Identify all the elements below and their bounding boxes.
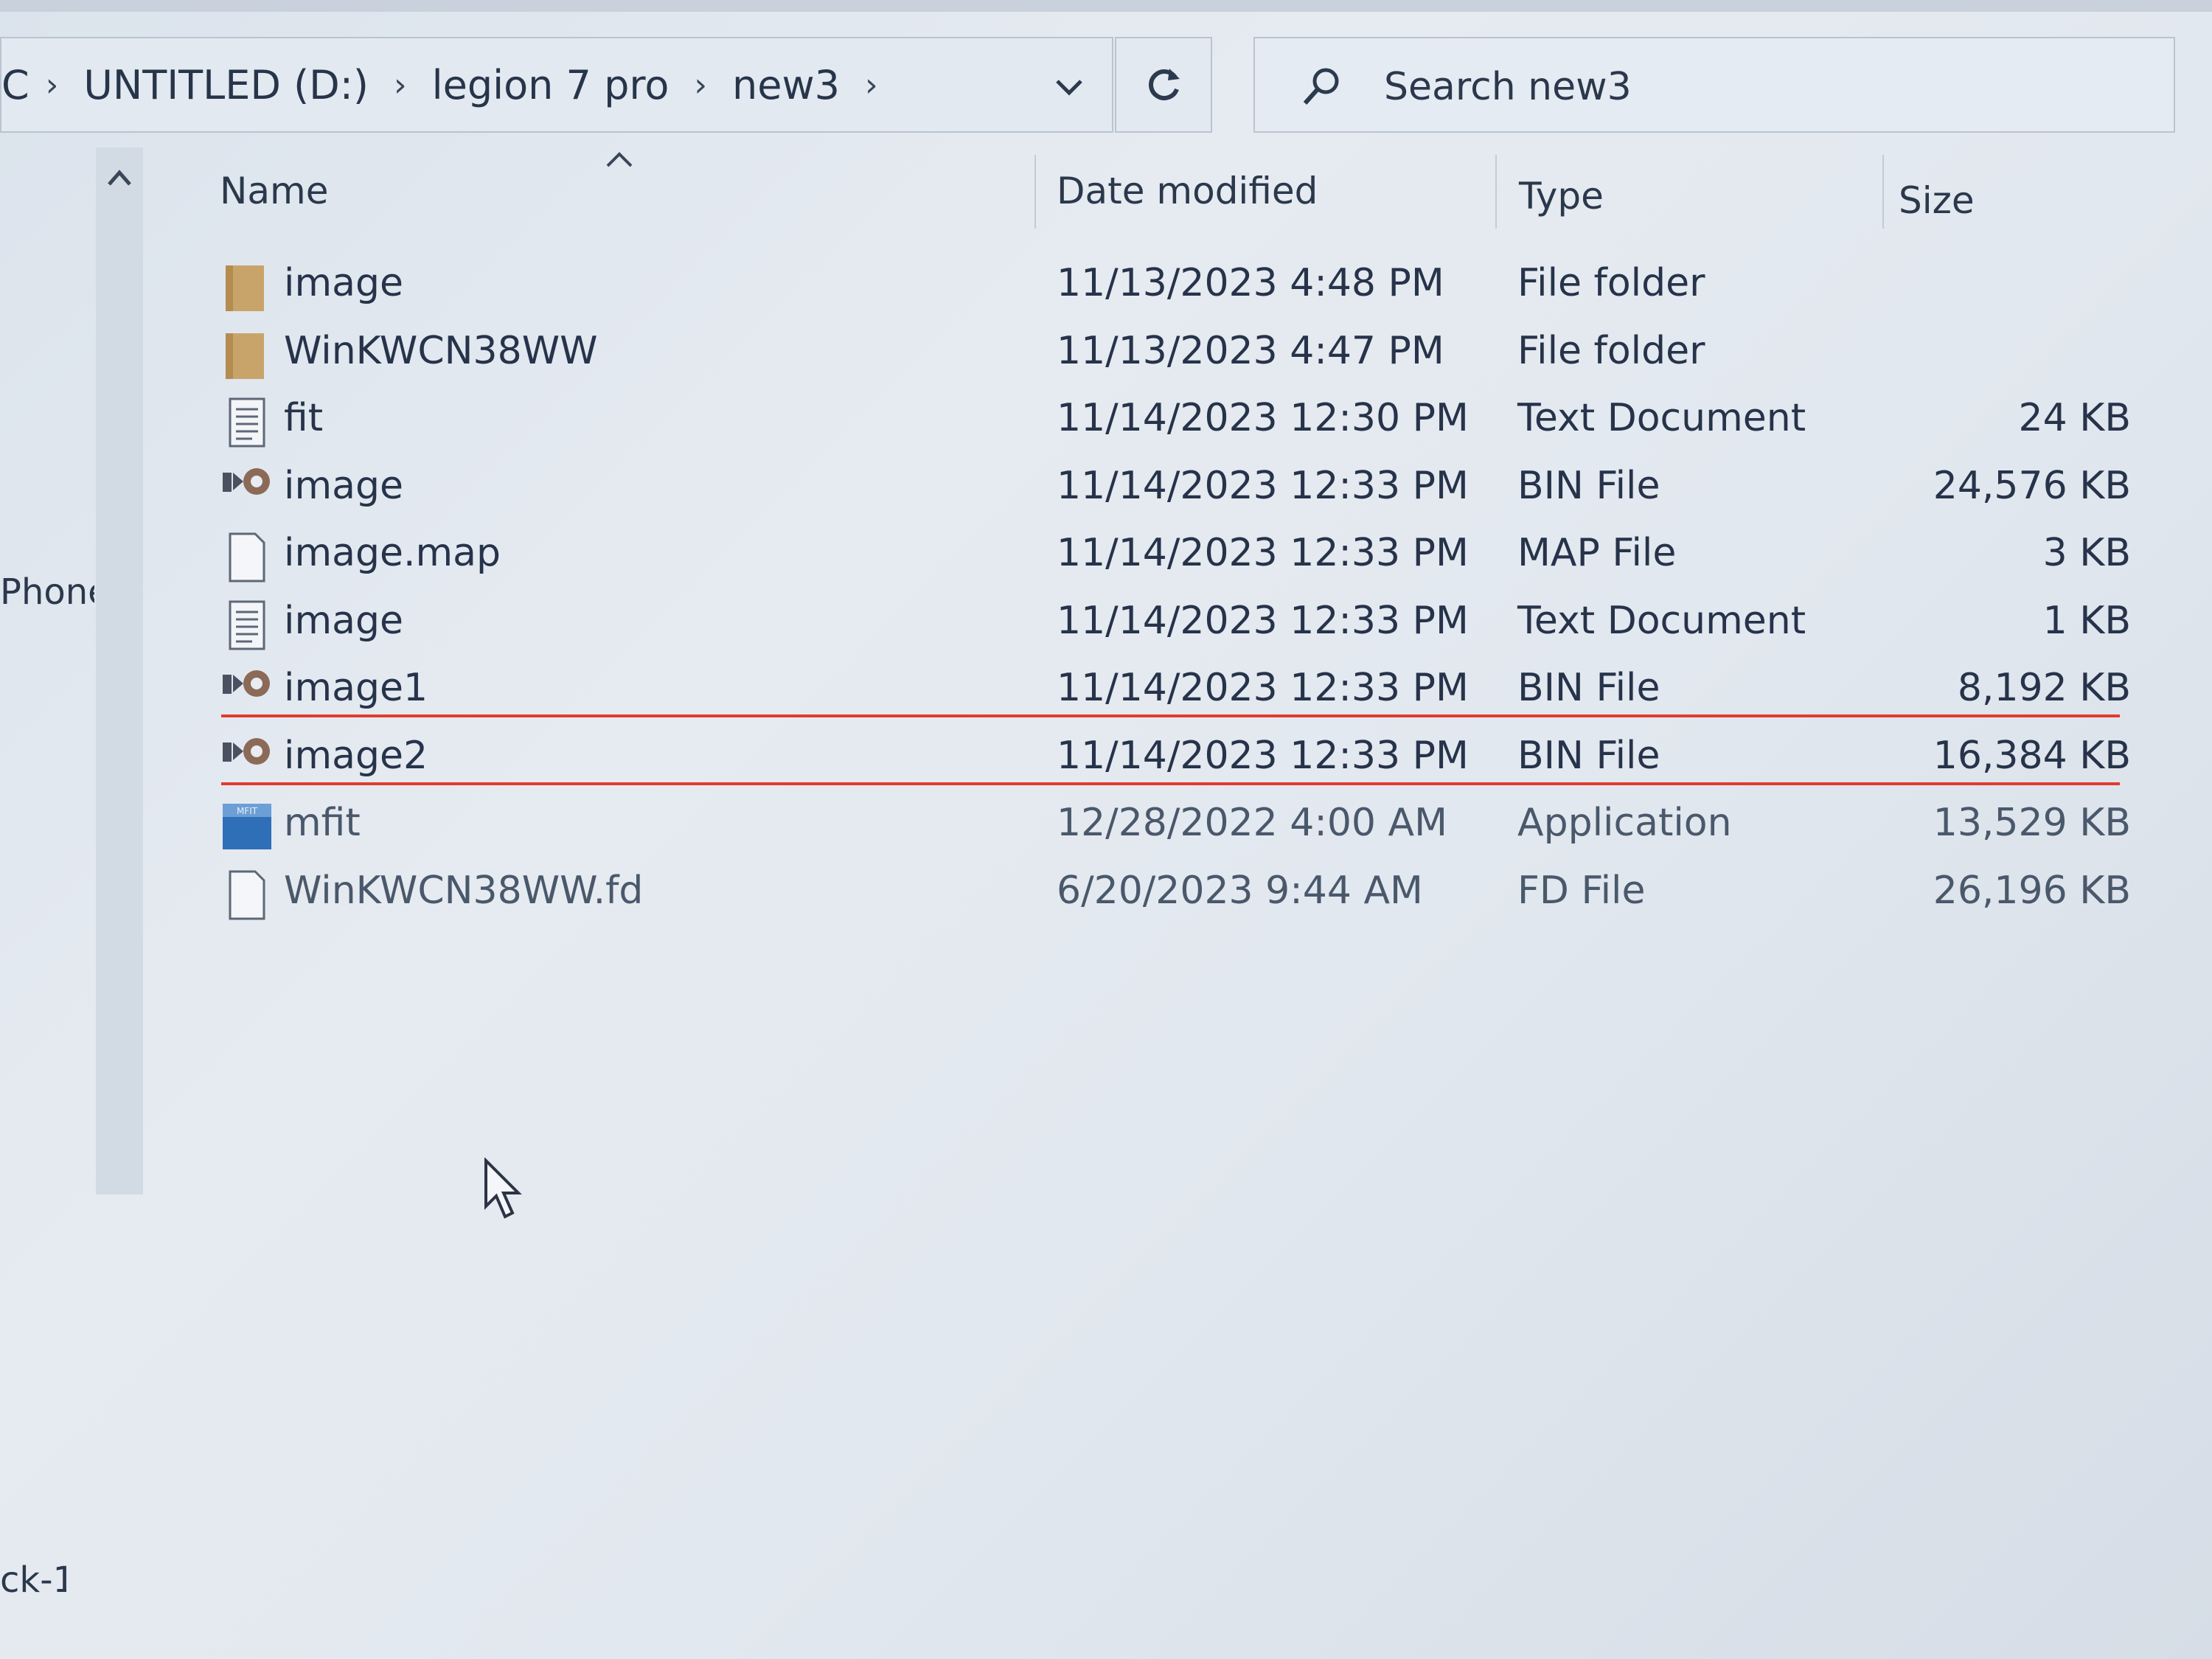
file-type: MAP File <box>1517 531 1677 575</box>
file-size: 24 KB <box>2018 396 2131 440</box>
file-row[interactable]: WinKWCN38WW.fd 6/20/2023 9:44 AM FD File 26… <box>214 858 2131 925</box>
file-name: image.map <box>284 531 501 575</box>
column-header-name[interactable]: Name <box>170 151 1032 232</box>
file-size: 3 KB <box>2042 531 2131 575</box>
red-underline-annotation <box>221 714 2120 717</box>
file-date-modified: 11/14/2023 12:33 PM <box>1057 531 1469 575</box>
column-header-size[interactable]: Size <box>1884 151 2135 232</box>
generic-file-icon <box>221 532 273 584</box>
column-label: Name <box>220 170 329 212</box>
search-box[interactable]: Search new3 <box>1253 37 2175 133</box>
file-name: image <box>284 261 403 305</box>
svg-text:MFIT: MFIT <box>237 806 258 816</box>
breadcrumb-item[interactable]: C <box>1 62 29 108</box>
nav-item[interactable]: ck-1 <box>0 1559 66 1601</box>
file-type: BIN File <box>1517 734 1660 778</box>
search-input[interactable]: Search new3 <box>1384 65 1632 109</box>
column-header-type[interactable]: Type <box>1497 151 1880 232</box>
file-size: 26,196 KB <box>1933 869 2131 913</box>
file-row[interactable]: MFIT mfit 12/28/2022 4:00 AM Application 13,… <box>214 790 2131 857</box>
red-underline-annotation <box>221 782 2120 785</box>
application-icon: MFIT <box>221 802 273 854</box>
navigation-pane[interactable]: Phone ck-1 <box>0 147 147 1659</box>
file-name: fit <box>284 396 324 440</box>
file-size: 8,192 KB <box>1957 666 2131 710</box>
nav-scrollbar[interactable] <box>96 147 143 1194</box>
search-icon <box>1303 68 1339 105</box>
file-date-modified: 11/14/2023 12:33 PM <box>1057 464 1469 508</box>
file-type: Text Document <box>1517 599 1806 643</box>
file-row[interactable]: image.map 11/14/2023 12:33 PM MAP File 3 KB <box>214 521 2131 587</box>
file-date-modified: 11/14/2023 12:33 PM <box>1057 599 1469 643</box>
file-row[interactable]: image 11/13/2023 4:48 PM File folder <box>214 251 2131 317</box>
chevron-down-icon[interactable] <box>1047 65 1091 109</box>
file-name: image1 <box>284 666 428 710</box>
sort-ascending-icon <box>606 152 633 167</box>
file-row[interactable]: fit 11/14/2023 12:30 PM Text Document 24 KB <box>214 386 2131 452</box>
file-row[interactable]: image2 11/14/2023 12:33 PM BIN File 16,384 … <box>214 723 2131 790</box>
file-name: image2 <box>284 734 428 778</box>
column-label: Date modified <box>1057 170 1318 212</box>
chevron-right-icon[interactable]: › <box>394 66 407 104</box>
file-type: FD File <box>1517 869 1646 913</box>
file-name: mfit <box>284 801 361 845</box>
file-size: 16,384 KB <box>1933 734 2131 778</box>
mouse-cursor-icon <box>484 1158 522 1219</box>
file-name: image <box>284 599 403 643</box>
breadcrumb-item[interactable]: legion 7 pro <box>432 62 669 108</box>
file-type: File folder <box>1517 329 1705 373</box>
file-row[interactable]: image 11/14/2023 12:33 PM BIN File 24,576 K… <box>214 453 2131 520</box>
file-type: BIN File <box>1517 666 1660 710</box>
file-date-modified: 11/14/2023 12:33 PM <box>1057 666 1469 710</box>
file-date-modified: 11/13/2023 4:48 PM <box>1057 261 1444 305</box>
refresh-icon <box>1149 69 1180 100</box>
bin-file-icon <box>221 735 273 787</box>
bin-file-icon <box>221 465 273 517</box>
generic-file-icon <box>221 870 273 922</box>
file-name: WinKWCN38WW.fd <box>284 869 644 913</box>
text-document-icon <box>221 600 273 652</box>
file-type: File folder <box>1517 261 1705 305</box>
column-header-date[interactable]: Date modified <box>1036 151 1493 232</box>
file-name: image <box>284 464 403 508</box>
column-label: Type <box>1519 175 1604 218</box>
file-name: WinKWCN38WW <box>284 329 598 373</box>
nav-item-phone[interactable]: Phone <box>0 571 94 613</box>
file-date-modified: 12/28/2022 4:00 AM <box>1057 801 1447 845</box>
file-date-modified: 11/13/2023 4:47 PM <box>1057 329 1444 373</box>
file-date-modified: 11/14/2023 12:30 PM <box>1057 396 1469 440</box>
chevron-right-icon[interactable]: › <box>694 66 707 104</box>
breadcrumb-item[interactable]: UNTITLED (D:) <box>83 62 369 108</box>
folder-icon <box>221 262 273 314</box>
chevron-right-icon[interactable]: › <box>46 66 59 104</box>
folder-icon <box>221 330 273 382</box>
file-type: Application <box>1517 801 1732 845</box>
breadcrumb-item[interactable]: new3 <box>732 62 840 108</box>
bin-file-icon <box>221 667 273 719</box>
file-date-modified: 6/20/2023 9:44 AM <box>1057 869 1423 913</box>
file-size: 13,529 KB <box>1933 801 2131 845</box>
chevron-right-icon[interactable]: › <box>865 66 878 104</box>
file-size: 1 KB <box>2042 599 2131 643</box>
column-label: Size <box>1899 179 1975 222</box>
address-bar[interactable]: C › UNTITLED (D:) › legion 7 pro › new3 … <box>0 37 1113 133</box>
file-row[interactable]: WinKWCN38WW 11/13/2023 4:47 PM File folder <box>214 319 2131 385</box>
window-top-edge <box>0 0 2212 12</box>
file-size: 24,576 KB <box>1933 464 2131 508</box>
file-type: BIN File <box>1517 464 1660 508</box>
file-type: Text Document <box>1517 396 1806 440</box>
file-row[interactable]: image1 11/14/2023 12:33 PM BIN File 8,192 K… <box>214 655 2131 722</box>
chevron-up-icon[interactable] <box>103 162 136 195</box>
file-date-modified: 11/14/2023 12:33 PM <box>1057 734 1469 778</box>
refresh-button[interactable] <box>1115 37 1212 133</box>
text-document-icon <box>221 397 273 449</box>
breadcrumb: C › UNTITLED (D:) › legion 7 pro › new3 … <box>1 62 903 108</box>
file-row[interactable]: image 11/14/2023 12:33 PM Text Document 1 K… <box>214 588 2131 655</box>
